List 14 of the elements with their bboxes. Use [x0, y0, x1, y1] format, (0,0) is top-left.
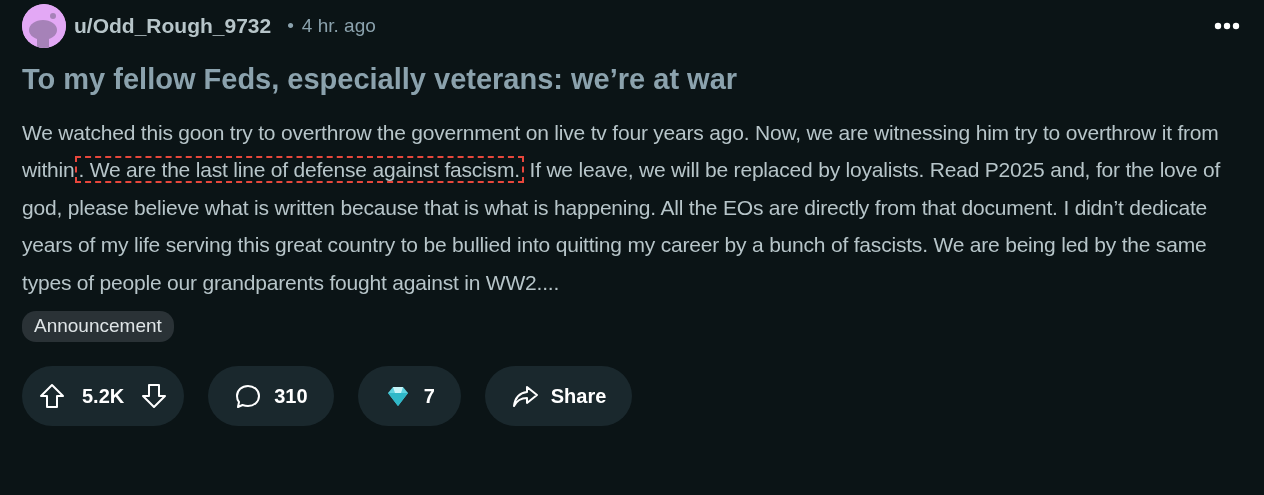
- award-button[interactable]: 7: [357, 365, 461, 426]
- downvote-icon[interactable]: [140, 381, 169, 410]
- separator-dot: •: [287, 13, 294, 38]
- upvote-icon[interactable]: [38, 381, 66, 410]
- post-time: 4 hr. ago: [301, 13, 376, 38]
- more-options-icon[interactable]: [1214, 22, 1240, 30]
- flair-tag[interactable]: Announcement: [22, 311, 174, 342]
- post-title: To my fellow Feds, especially veterans: we’re at war: [22, 62, 739, 97]
- username[interactable]: u/Odd_Rough_9732: [74, 10, 272, 42]
- avatar-icon[interactable]: [22, 4, 66, 48]
- vote-count: 5.2K: [82, 383, 125, 409]
- post-body: We watched this goon try to overthrow the government on live tv four years ago. Now, we are witnessing him try to overthrow it from within . We are the last line of defense against fascism. If we leave, we will be replaced by loyalists. Read P2025 and, for the love of god, please believe what is written because that is what is happening. All the EOs are directly from that document. I didn’t dedicate years of my life serving this great country to be bullied into quitting my career by a bunch of fascists. We are being led by the same types of people our grandparents fought against in WW2....: [22, 119, 1222, 296]
- share-button[interactable]: Share: [484, 365, 633, 426]
- comments-button[interactable]: 310: [208, 365, 334, 426]
